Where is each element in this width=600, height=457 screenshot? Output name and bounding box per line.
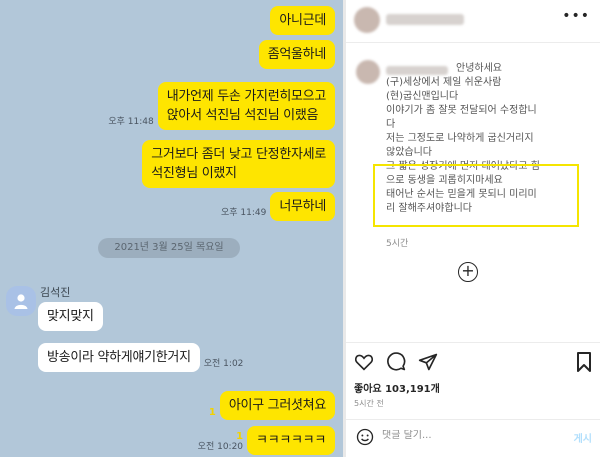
message-bubble: 내가언제 두손 가지런히모으고 앉아서 석진님 석진님 이랬음	[157, 82, 335, 130]
sent-message: 아니근데	[270, 6, 335, 35]
sender-name: 김석진	[40, 286, 71, 299]
post-time: 5시간 전	[354, 399, 384, 408]
post-button[interactable]: 게시	[574, 430, 592, 445]
person-icon	[14, 294, 28, 309]
comment-divider	[346, 419, 600, 420]
action-bar	[354, 352, 438, 372]
message-bubble: 그거보다 좀더 낮고 단정한자세로 석진형님 이랬지	[142, 140, 335, 188]
unread-count: 1	[208, 407, 216, 418]
heart-icon[interactable]	[354, 353, 374, 371]
commenter-avatar[interactable]	[356, 60, 380, 84]
author-username[interactable]	[386, 14, 464, 25]
message-bubble: 방송이라 약하게얘기한거지	[38, 343, 200, 372]
message-bubble: 좀억울하네	[258, 40, 335, 69]
message-meta: 1	[209, 407, 216, 418]
message-time: 오전 1:02	[203, 359, 244, 369]
share-icon[interactable]	[418, 352, 438, 372]
sent-message: 1 오전 10:20 ㅋㅋㅋㅋㅋㅋ	[194, 426, 335, 455]
received-message: 방송이라 약하게얘기한거지 오전 1:02	[38, 343, 247, 372]
instagram-panel: ••• 안녕하세요 (구)세상에서 제일 쉬운사람 (현)굽신맨입니다 이야기가…	[346, 0, 600, 457]
date-divider: 2021년 3월 25일 목요일	[98, 238, 240, 258]
sent-message: 오후 11:48 내가언제 두손 가지런히모으고 앉아서 석진님 석진님 이랬음	[104, 82, 335, 130]
message-bubble: 아이구 그러셧쳐요	[219, 391, 335, 420]
comment-time: 5시간	[386, 239, 409, 249]
message-time: 오후 11:49	[221, 208, 267, 218]
message-meta: 1 오전 10:20	[198, 431, 243, 453]
comment-icon[interactable]	[386, 352, 406, 372]
avatar[interactable]	[6, 286, 36, 316]
more-icon[interactable]: •••	[562, 8, 590, 24]
message-bubble: 맞지맞지	[38, 302, 103, 331]
sent-message: 오후 11:49 너무하네	[217, 192, 335, 221]
message-time: 오후 11:48	[108, 117, 154, 127]
header-divider	[346, 42, 600, 43]
sent-message: 그거보다 좀더 낮고 단정한자세로 석진형님 이랬지	[142, 140, 335, 188]
sent-message: 좀억울하네	[258, 40, 335, 69]
unread-count: 1	[236, 431, 244, 442]
plus-circle-icon[interactable]: +	[458, 262, 478, 282]
received-message: 맞지맞지	[38, 302, 103, 331]
emoji-icon[interactable]	[356, 428, 374, 446]
bookmark-icon[interactable]	[576, 352, 592, 372]
message-time: 오전 10:20	[197, 442, 244, 452]
message-bubble: ㅋㅋㅋㅋㅋㅋ	[247, 426, 335, 455]
sent-message: 1 아이구 그러셧쳐요	[205, 391, 335, 420]
message-bubble: 아니근데	[270, 6, 335, 35]
comment-input[interactable]	[382, 430, 542, 441]
message-bubble: 너무하네	[270, 192, 335, 221]
author-avatar[interactable]	[354, 7, 380, 33]
like-count[interactable]: 좋아요 103,191개	[354, 380, 440, 395]
actions-divider	[346, 342, 600, 343]
chat-panel: 아니근데 좀억울하네 오후 11:48 내가언제 두손 가지런히모으고 앉아서 …	[0, 0, 343, 457]
highlight-box	[373, 164, 579, 227]
